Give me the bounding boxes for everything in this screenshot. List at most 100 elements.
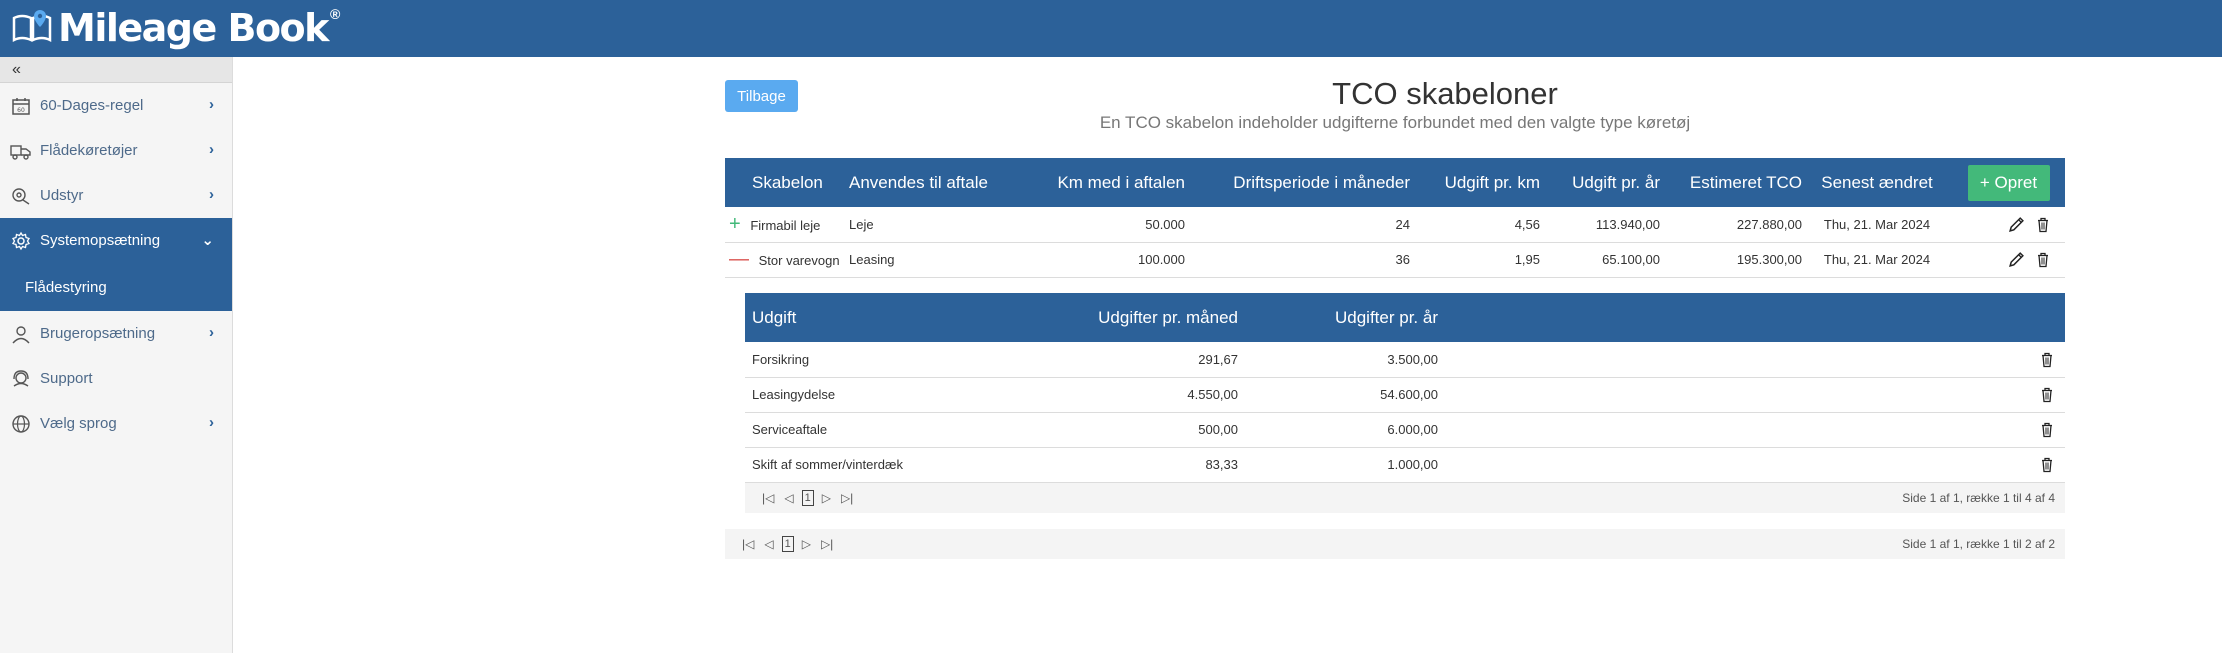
sidebar-item-vaelg-sprog[interactable]: Vælg sprog ›	[0, 401, 232, 446]
page-title: TCO skabeloner	[1332, 76, 1558, 111]
cell-per-year: 65.100,00	[1540, 242, 1660, 278]
sidebar-item-support[interactable]: Support	[0, 356, 232, 401]
first-page-icon[interactable]: |◁	[742, 537, 754, 551]
trash-icon[interactable]	[2039, 386, 2055, 403]
sidebar-subitem-fladestyring[interactable]: Flådestyring	[0, 263, 232, 311]
svg-text:60: 60	[17, 107, 25, 114]
sidebar: « 60 60-Dages-regel › Flådekøretøjer › U…	[0, 57, 233, 653]
chevron-right-icon: ›	[209, 96, 214, 113]
cell-actions	[1438, 412, 2065, 448]
double-chevron-left-icon: «	[12, 60, 21, 78]
logo-text: Mileage Book	[58, 6, 329, 50]
template-name: Firmabil leje	[750, 217, 821, 233]
book-pin-icon	[12, 10, 52, 43]
cell-changed: Thu, 21. Mar 2024	[1802, 242, 1952, 278]
cell-changed: Thu, 21. Mar 2024	[1802, 207, 1952, 243]
next-page-icon[interactable]: ▷	[822, 491, 831, 505]
sidebar-item-label: Systemopsætning	[40, 232, 161, 249]
col-header-actions: + Opret	[1952, 158, 2065, 207]
cell-expense: Forsikring	[745, 342, 1005, 378]
col-header-udgift[interactable]: Udgift	[745, 293, 1005, 342]
support-icon	[10, 368, 32, 390]
col-header-pr-maaned[interactable]: Udgifter pr. måned	[1005, 293, 1238, 342]
cell-agreement: Leasing	[849, 242, 1011, 278]
last-page-icon[interactable]: ▷|	[841, 491, 853, 505]
cell-actions	[1438, 447, 2065, 483]
cell-expense: Leasingydelse	[745, 377, 1005, 413]
detail-pager: |◁ ◁ 1 ▷ ▷| Side 1 af 1, række 1 til 4 a…	[745, 483, 2065, 513]
calendar-60-icon: 60	[10, 95, 32, 117]
table-header-row: Skabelon Anvendes til aftale Km med i af…	[725, 158, 2065, 207]
cell-expense: Skift af sommer/vinterdæk	[745, 447, 1005, 483]
pager-info: Side 1 af 1, række 1 til 2 af 2	[1902, 537, 2055, 551]
col-header-estimeret-tco[interactable]: Estimeret TCO	[1660, 158, 1802, 207]
create-button[interactable]: + Opret	[1967, 164, 2050, 201]
cell-tco: 227.880,00	[1660, 207, 1802, 243]
detail-row[interactable]: Skift af sommer/vinterdæk 83,33 1.000,00	[745, 447, 2065, 483]
cell-actions	[1438, 342, 2065, 378]
sidebar-item-label: 60-Dages-regel	[40, 97, 144, 114]
cell-monthly: 291,67	[1005, 342, 1238, 378]
next-page-icon[interactable]: ▷	[802, 537, 811, 551]
sidebar-item-udstyr[interactable]: Udstyr ›	[0, 173, 232, 218]
sidebar-item-systemopsaetning[interactable]: Systemopsætning ⌄	[0, 218, 232, 263]
current-page[interactable]: 1	[781, 536, 794, 552]
col-header-skabelon[interactable]: Skabelon	[725, 158, 849, 207]
cell-period: 24	[1185, 207, 1410, 243]
sidebar-collapse-toggle[interactable]: «	[0, 57, 232, 83]
logo[interactable]: Mileage Book ®	[12, 4, 340, 52]
table-row[interactable]: + Firmabil leje Leje 50.000 24 4,56 113.…	[725, 207, 2065, 243]
cell-yearly: 3.500,00	[1238, 342, 1438, 378]
vehicles-icon	[10, 140, 32, 162]
cell-tco: 195.300,00	[1660, 242, 1802, 278]
detail-row[interactable]: Serviceaftale 500,00 6.000,00	[745, 412, 2065, 448]
sidebar-item-label: Brugeropsætning	[40, 325, 156, 342]
cell-actions	[1438, 377, 2065, 413]
table-row[interactable]: — Stor varevogn Leasing 100.000 36 1,95 …	[725, 242, 2065, 278]
prev-page-icon[interactable]: ◁	[784, 491, 793, 505]
col-header-driftsperiode[interactable]: Driftsperiode i måneder	[1185, 158, 1410, 207]
collapse-minus-icon[interactable]: —	[725, 248, 749, 270]
col-header-km[interactable]: Km med i aftalen	[1011, 158, 1185, 207]
sidebar-item-60-dages-regel[interactable]: 60 60-Dages-regel ›	[0, 83, 232, 128]
back-button[interactable]: Tilbage	[725, 80, 798, 112]
cell-expense: Serviceaftale	[745, 412, 1005, 448]
current-page[interactable]: 1	[801, 490, 814, 506]
cell-monthly: 4.550,00	[1005, 377, 1238, 413]
cell-actions	[1952, 242, 2065, 278]
col-header-udgift-aar[interactable]: Udgift pr. år	[1540, 158, 1660, 207]
trash-icon[interactable]	[2039, 351, 2055, 368]
edit-pencil-icon[interactable]	[2008, 251, 2025, 268]
detail-row[interactable]: Leasingydelse 4.550,00 54.600,00	[745, 377, 2065, 413]
expense-detail-table: Udgift Udgifter pr. måned Udgifter pr. å…	[745, 293, 2065, 483]
cell-per-km: 1,95	[1410, 242, 1540, 278]
col-header-udgift-km[interactable]: Udgift pr. km	[1410, 158, 1540, 207]
cell-yearly: 54.600,00	[1238, 377, 1438, 413]
expand-plus-icon[interactable]: +	[725, 213, 741, 235]
cell-name: — Stor varevogn	[725, 242, 849, 278]
first-page-icon[interactable]: |◁	[762, 491, 774, 505]
last-page-icon[interactable]: ▷|	[821, 537, 833, 551]
tco-templates-table: Skabelon Anvendes til aftale Km med i af…	[725, 158, 2065, 278]
chevron-right-icon: ›	[209, 414, 214, 431]
trash-icon[interactable]	[2039, 456, 2055, 473]
sidebar-item-fladekoretojer[interactable]: Flådekøretøjer ›	[0, 128, 232, 173]
detail-row[interactable]: Forsikring 291,67 3.500,00	[745, 342, 2065, 378]
sidebar-subitem-label: Flådestyring	[25, 278, 107, 296]
edit-pencil-icon[interactable]	[2008, 216, 2025, 233]
prev-page-icon[interactable]: ◁	[764, 537, 773, 551]
trash-icon[interactable]	[2035, 216, 2051, 233]
cell-per-km: 4,56	[1410, 207, 1540, 243]
trash-icon[interactable]	[2035, 251, 2051, 268]
col-header-actions	[1438, 293, 2065, 342]
col-header-anvendes[interactable]: Anvendes til aftale	[849, 158, 1011, 207]
sidebar-item-label: Support	[40, 370, 93, 387]
cell-agreement: Leje	[849, 207, 1011, 243]
col-header-pr-aar[interactable]: Udgifter pr. år	[1238, 293, 1438, 342]
trash-icon[interactable]	[2039, 421, 2055, 438]
chevron-right-icon: ›	[209, 141, 214, 158]
col-header-senest-aendret[interactable]: Senest ændret	[1802, 158, 1952, 207]
sidebar-item-brugeropsaetning[interactable]: Brugeropsætning ›	[0, 311, 232, 356]
sidebar-item-label: Vælg sprog	[40, 415, 117, 432]
sidebar-item-label: Flådekøretøjer	[40, 142, 138, 159]
